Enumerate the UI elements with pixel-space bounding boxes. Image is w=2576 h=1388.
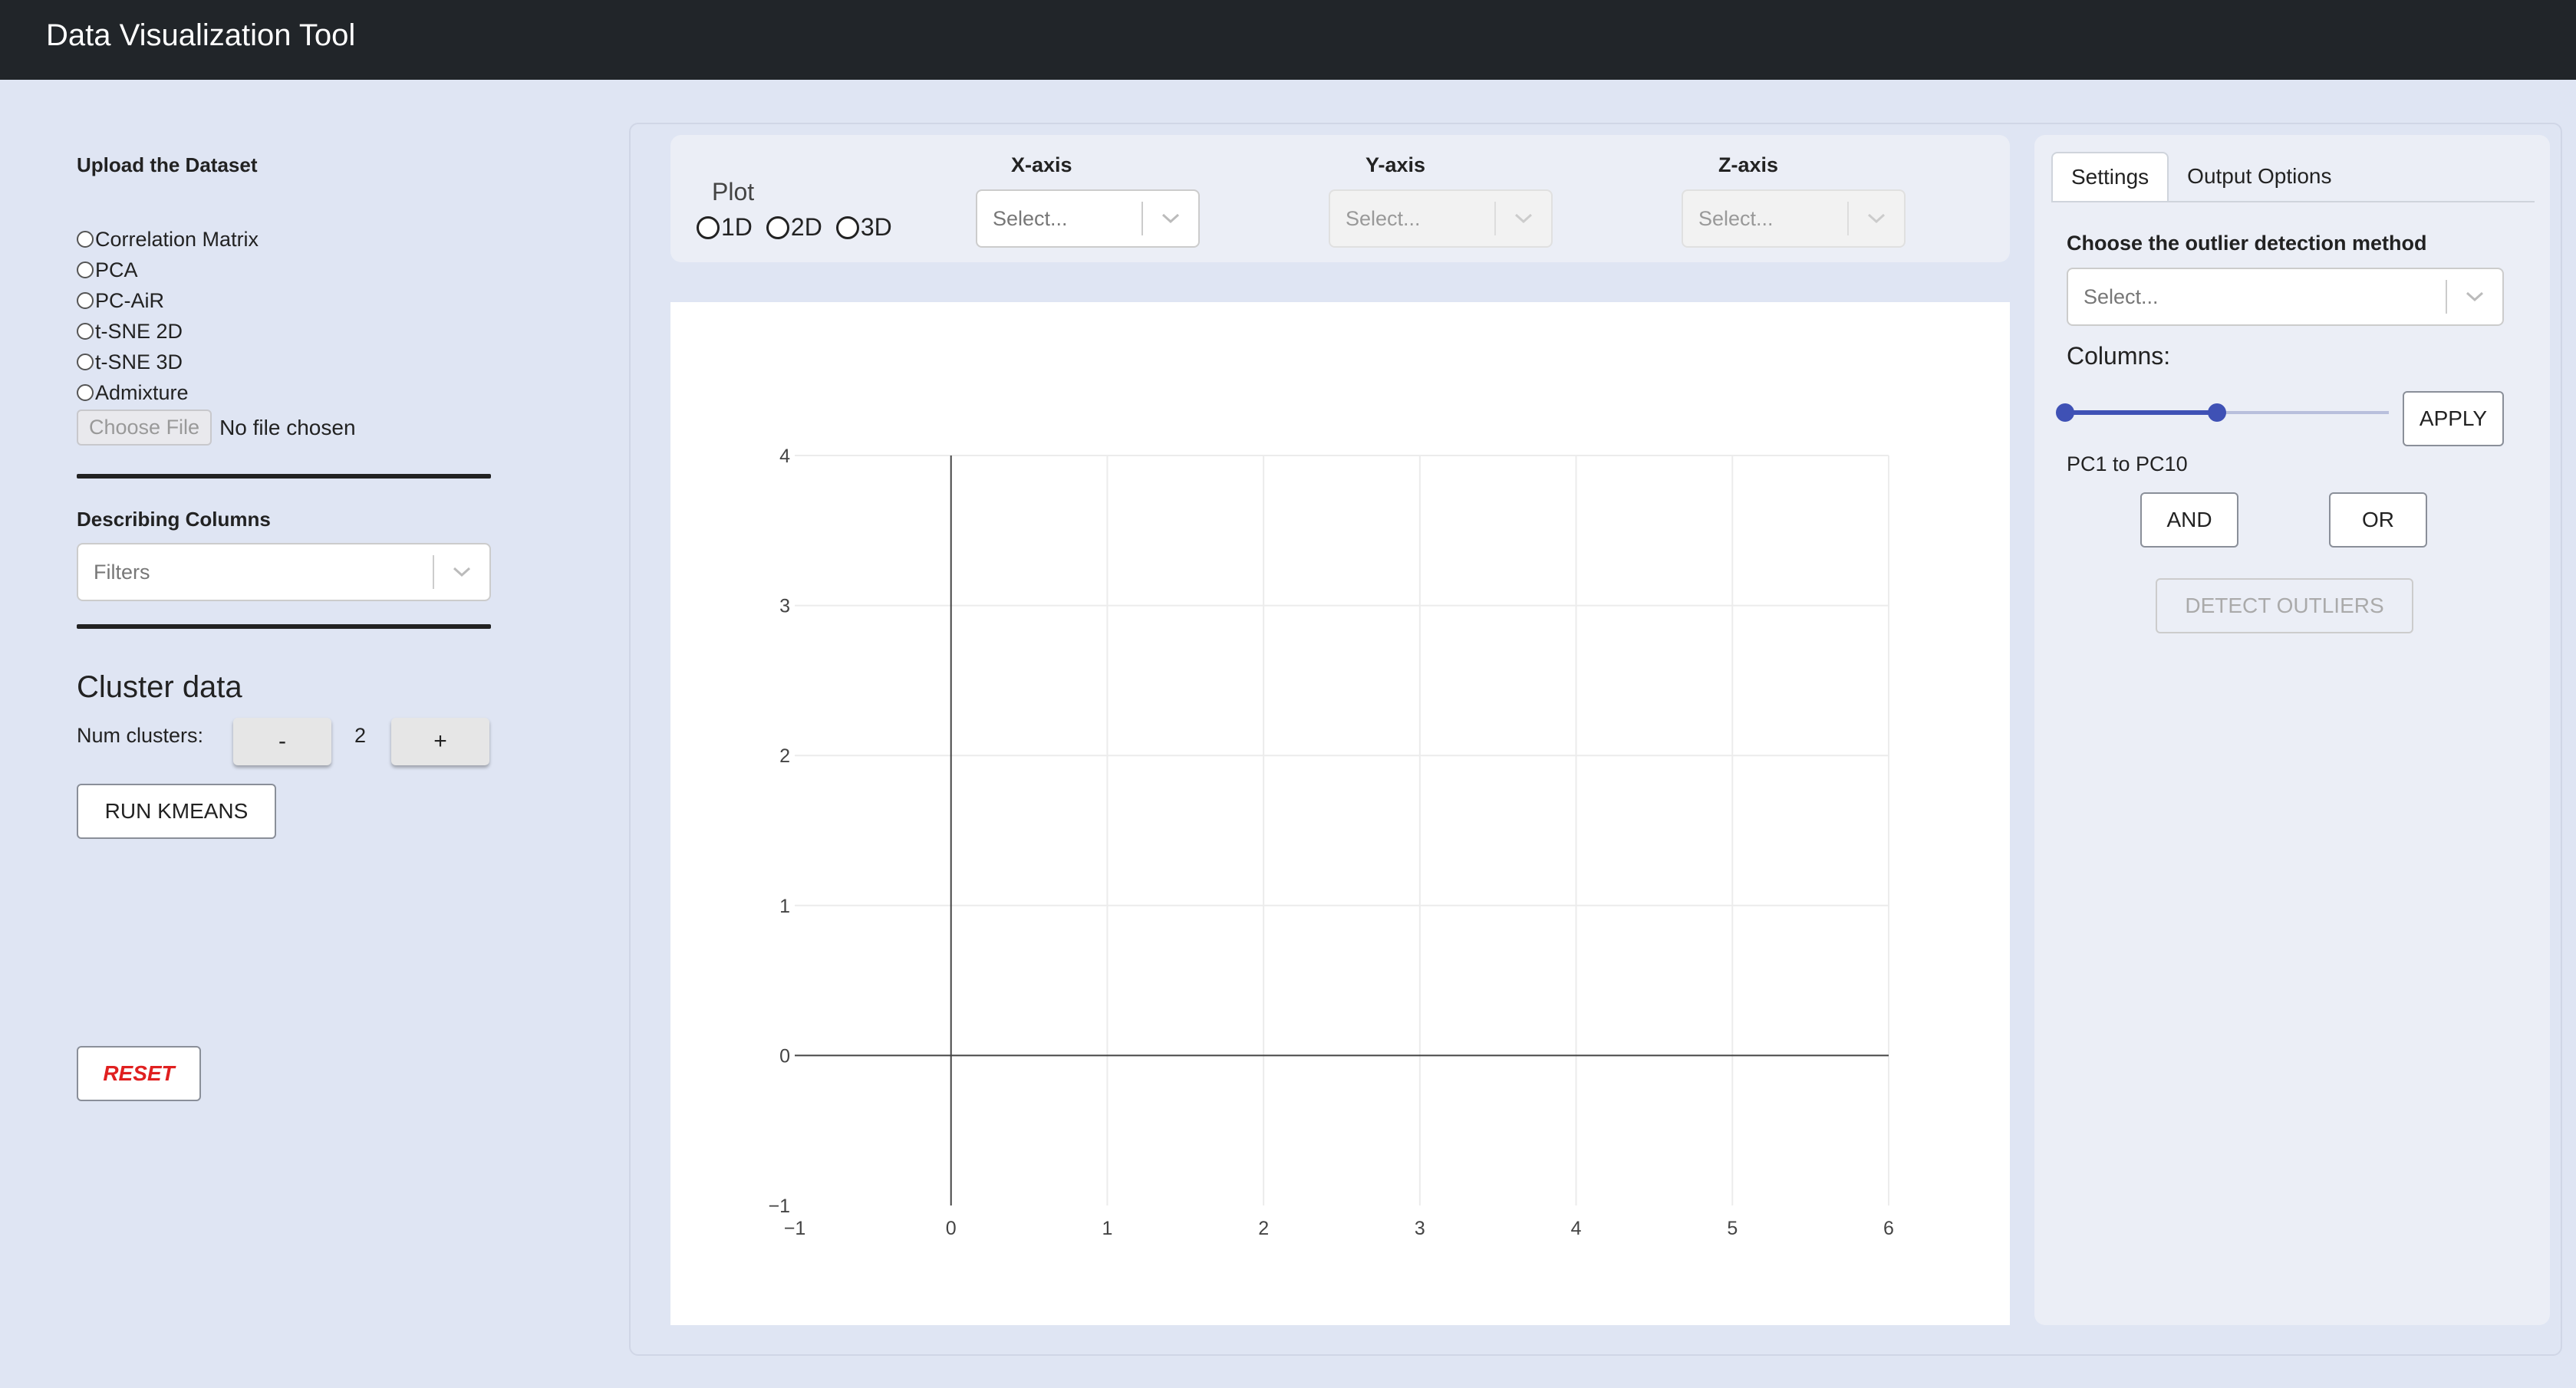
radio-circle-icon[interactable] xyxy=(77,354,94,370)
radio-tsne-2d[interactable]: t-SNE 2D xyxy=(77,316,259,347)
x-tick-label: 5 xyxy=(1727,1218,1738,1239)
outlier-method-placeholder: Select... xyxy=(2084,285,2159,308)
x-tick-label: 0 xyxy=(946,1218,957,1239)
radio-2d-label[interactable]: 2D xyxy=(791,213,822,242)
radio-3d-icon[interactable] xyxy=(835,215,859,239)
y-tick-label: 4 xyxy=(779,446,790,467)
x-tick-label: −1 xyxy=(784,1218,806,1239)
detect-outliers-button[interactable]: DETECT OUTLIERS xyxy=(2156,578,2413,633)
increment-clusters-button[interactable]: + xyxy=(391,718,489,765)
radio-2d-icon[interactable] xyxy=(766,215,789,239)
slider-track xyxy=(2065,410,2217,415)
slider-handle-end[interactable] xyxy=(2208,403,2226,422)
no-file-text: No file chosen xyxy=(219,415,356,439)
tab-output-options[interactable]: Output Options xyxy=(2169,152,2350,201)
y-tick-label: 0 xyxy=(779,1045,790,1067)
reset-button[interactable]: RESET xyxy=(77,1046,201,1101)
y-axis-placeholder: Select... xyxy=(1346,206,1421,230)
and-button[interactable]: AND xyxy=(2140,492,2238,548)
num-clusters-label: Num clusters: xyxy=(77,724,204,747)
num-clusters-value: 2 xyxy=(354,724,367,747)
y-tick-label: 1 xyxy=(779,896,790,917)
radio-pca[interactable]: PCA xyxy=(77,255,259,285)
x-tick-label: 1 xyxy=(1102,1218,1112,1239)
chevron-down-icon[interactable] xyxy=(1849,212,1904,225)
dimension-radio-group: 1D 2D 3D xyxy=(697,213,892,242)
scatter-chart[interactable]: −1 0 1 2 3 4 5 6 −1 0 1 2 3 4 xyxy=(670,302,2010,1325)
x-axis-placeholder: Select... xyxy=(993,206,1068,230)
filters-dropdown[interactable]: Filters xyxy=(77,543,491,601)
outlier-method-dropdown[interactable]: Select... xyxy=(2067,268,2504,326)
divider xyxy=(77,474,491,479)
radio-1d-icon[interactable] xyxy=(697,215,720,239)
radio-pc-air[interactable]: PC-AiR xyxy=(77,285,259,316)
run-kmeans-button[interactable]: RUN KMEANS xyxy=(77,784,276,839)
x-tick-label: 2 xyxy=(1258,1218,1269,1239)
radio-circle-icon[interactable] xyxy=(77,231,94,248)
y-tick-label: 3 xyxy=(779,596,790,617)
y-axis-label: Y-axis xyxy=(1365,153,1426,176)
x-tick-label: 6 xyxy=(1883,1218,1894,1239)
chevron-down-icon[interactable] xyxy=(1143,212,1198,225)
choose-file-button[interactable]: Choose File xyxy=(77,409,212,446)
plot-area[interactable]: −1 0 1 2 3 4 5 6 −1 0 1 2 3 4 xyxy=(670,302,2010,1325)
radio-tsne-3d[interactable]: t-SNE 3D xyxy=(77,347,259,377)
radio-circle-icon[interactable] xyxy=(77,261,94,278)
radio-circle-icon[interactable] xyxy=(77,292,94,309)
filters-placeholder: Filters xyxy=(94,560,150,584)
z-axis-dropdown[interactable]: Select... xyxy=(1682,189,1906,248)
radio-3d-label[interactable]: 3D xyxy=(861,213,892,242)
radio-admixture[interactable]: Admixture xyxy=(77,377,259,408)
chevron-down-icon[interactable] xyxy=(1496,212,1551,225)
decrement-clusters-button[interactable]: - xyxy=(233,718,331,765)
plot-label: Plot xyxy=(712,178,755,206)
file-upload: Choose File No file chosen xyxy=(77,409,356,446)
x-tick-label: 3 xyxy=(1415,1218,1425,1239)
column-range-text: PC1 to PC10 xyxy=(2067,452,2188,475)
outlier-method-label: Choose the outlier detection method xyxy=(2067,232,2427,255)
divider xyxy=(77,624,491,629)
y-axis-dropdown[interactable]: Select... xyxy=(1329,189,1553,248)
y-tick-label: −1 xyxy=(768,1196,790,1217)
radio-circle-icon[interactable] xyxy=(77,323,94,340)
tab-settings[interactable]: Settings xyxy=(2051,152,2169,201)
z-axis-placeholder: Select... xyxy=(1698,206,1774,230)
column-range-slider[interactable] xyxy=(2056,397,2389,428)
or-button[interactable]: OR xyxy=(2329,492,2427,548)
columns-label: Columns: xyxy=(2067,342,2171,370)
chevron-down-icon[interactable] xyxy=(434,566,489,578)
upload-dataset-label: Upload the Dataset xyxy=(77,153,258,176)
navbar xyxy=(0,0,2576,80)
app-title: Data Visualization Tool xyxy=(46,18,356,52)
y-tick-label: 2 xyxy=(779,745,790,767)
cluster-data-heading: Cluster data xyxy=(77,670,242,704)
radio-correlation-matrix[interactable]: Correlation Matrix xyxy=(77,224,259,255)
x-tick-label: 4 xyxy=(1571,1218,1582,1239)
x-axis-dropdown[interactable]: Select... xyxy=(976,189,1200,248)
dataset-type-radio-group: Correlation Matrix PCA PC-AiR t-SNE 2D t… xyxy=(77,224,259,408)
apply-button[interactable]: APPLY xyxy=(2403,391,2504,446)
describing-columns-label: Describing Columns xyxy=(77,508,271,531)
radio-circle-icon[interactable] xyxy=(77,384,94,401)
radio-1d-label[interactable]: 1D xyxy=(721,213,753,242)
chevron-down-icon[interactable] xyxy=(2447,291,2502,303)
settings-tabs: Settings Output Options xyxy=(2051,152,2535,202)
x-axis-label: X-axis xyxy=(1011,153,1072,176)
z-axis-label: Z-axis xyxy=(1718,153,1779,176)
slider-handle-start[interactable] xyxy=(2056,403,2074,422)
